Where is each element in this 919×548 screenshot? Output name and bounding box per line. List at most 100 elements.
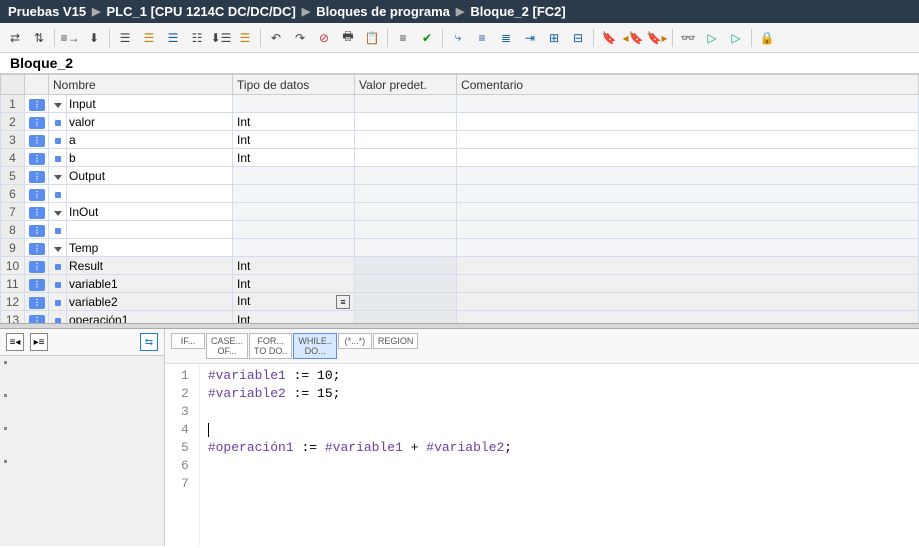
code-line[interactable] [208,422,512,440]
code-line[interactable] [208,404,512,422]
var-name[interactable]: variable2 [67,293,233,311]
datatype-cell[interactable]: Int≡ [233,293,355,311]
toolbar-icon[interactable]: ⊟ [567,27,589,49]
datatype-cell[interactable] [233,185,355,203]
table-row[interactable]: 8⋮ [1,221,919,239]
collapse-icon[interactable] [49,239,67,257]
breadcrumb-item[interactable]: Bloques de programa [316,4,450,19]
comment-cell[interactable] [457,311,919,324]
datatype-cell[interactable]: Int [233,257,355,275]
table-row[interactable]: 12⋮variable2Int≡ [1,293,919,311]
table-row[interactable]: 3⋮aInt [1,131,919,149]
var-name[interactable]: variable1 [67,275,233,293]
code-line[interactable] [208,476,512,494]
table-row[interactable]: 6⋮ [1,185,919,203]
sync-scroll-icon[interactable]: ⇆ [140,333,158,351]
toolbar-icon[interactable]: ▷ [701,27,723,49]
col-default[interactable]: Valor predet. [355,75,457,95]
var-name[interactable]: b [67,149,233,167]
code-editor[interactable]: 1234567 #variable1 := 10;#variable2 := 1… [165,364,919,546]
code-line[interactable]: #variable1 := 10; [208,368,512,386]
toolbar-icon[interactable]: ☰ [114,27,136,49]
snippet-button[interactable]: (*...*) [338,333,372,349]
table-row[interactable]: 2⋮valorInt [1,113,919,131]
bookmark-prev-icon[interactable]: ◂🔖 [622,27,644,49]
dropdown-icon[interactable]: ≡ [336,295,350,309]
toolbar-icon[interactable]: ≣ [495,27,517,49]
table-row[interactable]: 7⋮InOut [1,203,919,221]
toolbar-icon[interactable]: ≡ [471,27,493,49]
download-icon[interactable]: ⬇ [83,27,105,49]
datatype-cell[interactable]: Int [233,311,355,324]
col-comment[interactable]: Comentario [457,75,919,95]
toolbar-icon[interactable]: ▷ [725,27,747,49]
lock-icon[interactable]: 🔒 [756,27,778,49]
comment-cell[interactable] [457,221,919,239]
bookmark-icon[interactable]: 🔖 [598,27,620,49]
comment-cell[interactable] [457,293,919,311]
check-icon[interactable]: ✔ [416,27,438,49]
comment-cell[interactable] [457,113,919,131]
var-name[interactable]: operación1 [67,311,233,324]
toolbar-icon[interactable]: 🖶 [337,27,359,49]
comment-cell[interactable] [457,275,919,293]
snippet-button[interactable]: CASE...OF... [206,333,248,359]
table-row[interactable]: 5⋮Output [1,167,919,185]
toolbar-icon[interactable]: ≡→ [59,27,81,49]
code-line[interactable] [208,458,512,476]
table-row[interactable]: 11⋮variable1Int [1,275,919,293]
var-name[interactable]: Result [67,257,233,275]
undo-icon[interactable]: ↶ [265,27,287,49]
glasses-icon[interactable]: 👓 [677,27,699,49]
datatype-cell[interactable]: Int [233,131,355,149]
toolbar-icon[interactable]: ☰ [138,27,160,49]
toolbar-icon[interactable]: ⬇☰ [210,27,232,49]
toolbar-icon[interactable]: ☰ [162,27,184,49]
toolbar-icon[interactable]: ☷ [186,27,208,49]
error-icon[interactable]: ⊘ [313,27,335,49]
snippet-button[interactable]: WHILE..DO... [293,333,337,359]
datatype-cell[interactable] [233,221,355,239]
code-line[interactable]: #operación1 := #variable1 + #variable2; [208,440,512,458]
add-placeholder[interactable] [67,185,233,203]
comment-cell[interactable] [457,131,919,149]
comment-cell[interactable] [457,149,919,167]
code-line[interactable]: #variable2 := 15; [208,386,512,404]
toolbar-icon[interactable]: ⇄ [4,27,26,49]
var-name[interactable]: valor [67,113,233,131]
table-row[interactable]: 1⋮Input [1,95,919,113]
breadcrumb-item[interactable]: Bloque_2 [FC2] [470,4,565,19]
indent-icon[interactable]: ▸≡ [30,333,48,351]
toolbar-icon[interactable]: ⊞ [543,27,565,49]
comment-cell[interactable] [457,185,919,203]
var-name[interactable]: a [67,131,233,149]
table-row[interactable]: 9⋮Temp [1,239,919,257]
add-placeholder[interactable] [67,221,233,239]
bookmark-next-icon[interactable]: 🔖▸ [646,27,668,49]
redo-icon[interactable]: ↷ [289,27,311,49]
toolbar-icon[interactable]: 📋 [361,27,383,49]
collapse-icon[interactable] [49,95,67,113]
toolbar-icon[interactable]: ⇅ [28,27,50,49]
code-area[interactable]: #variable1 := 10;#variable2 := 15; #opera… [200,364,520,546]
table-row[interactable]: 13⋮operación1Int [1,311,919,324]
datatype-cell[interactable]: Int [233,275,355,293]
breadcrumb-item[interactable]: Pruebas V15 [8,4,86,19]
snippet-button[interactable]: REGION [373,333,419,349]
toolbar-icon[interactable]: ≡ [392,27,414,49]
snippet-button[interactable]: FOR...TO DO.. [249,333,292,359]
datatype-cell[interactable]: Int [233,149,355,167]
toolbar-icon[interactable]: ⤷ [447,27,469,49]
collapse-icon[interactable] [49,203,67,221]
col-datatype[interactable]: Tipo de datos [233,75,355,95]
outdent-icon[interactable]: ≡◂ [6,333,24,351]
table-row[interactable]: 4⋮bInt [1,149,919,167]
collapse-icon[interactable] [49,167,67,185]
snippet-button[interactable]: IF... [171,333,205,349]
comment-cell[interactable] [457,257,919,275]
breadcrumb-item[interactable]: PLC_1 [CPU 1214C DC/DC/DC] [107,4,296,19]
col-name[interactable]: Nombre [49,75,233,95]
datatype-cell[interactable]: Int [233,113,355,131]
toolbar-icon[interactable]: ⇥ [519,27,541,49]
toolbar-icon[interactable]: ☰ [234,27,256,49]
